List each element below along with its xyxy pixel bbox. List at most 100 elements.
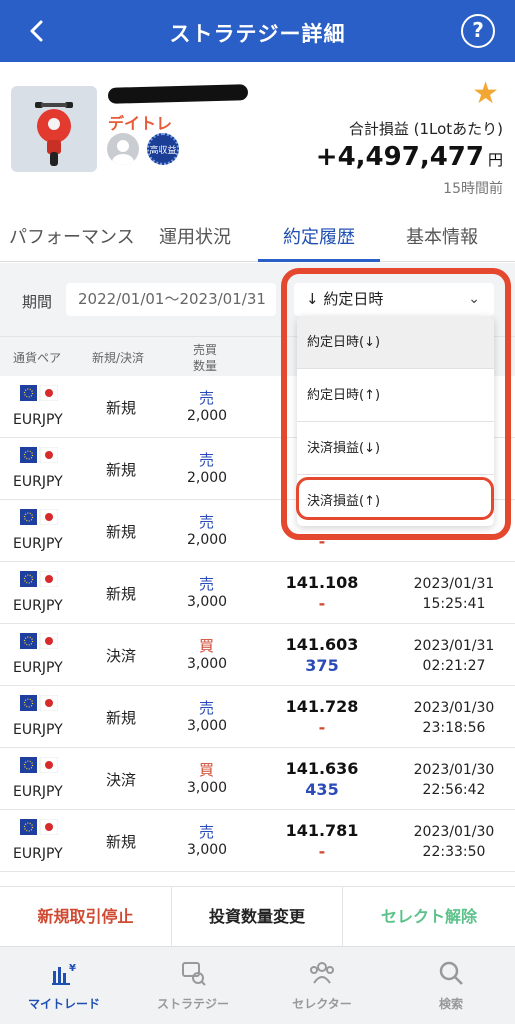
currency-flags-icon: [20, 509, 58, 525]
header-side: 売買: [193, 343, 218, 357]
header-pair: 通貨ペア: [13, 351, 62, 365]
pair-label: EURJPY: [13, 474, 63, 490]
tab-bar: パフォーマンス 運用状況 約定履歴 基本情報: [0, 208, 515, 262]
order-kind: 新規: [106, 709, 137, 727]
order-kind: 決済: [106, 771, 137, 789]
execution-time: 23:18:56: [422, 720, 486, 736]
table-row[interactable]: EURJPY 決済 買 3,000 141.636 435 2023/01/30 22:56:…: [0, 748, 515, 810]
currency-flags-icon: [20, 633, 58, 649]
execution-datetime: 2023/01/31 02:21:27: [394, 636, 514, 676]
execution-time: 22:56:42: [422, 782, 486, 798]
table-row[interactable]: EURJPY 決済 買 3,000 141.603 375 2023/01/31 02:21:…: [0, 624, 515, 686]
unselect-button[interactable]: セレクト解除: [343, 887, 515, 947]
strategy-thumbnail: [11, 86, 97, 172]
order-kind: 新規: [106, 399, 137, 417]
trade-side: 買: [199, 761, 215, 779]
app-header: ストラテジー詳細 ?: [0, 0, 515, 62]
nav-selector[interactable]: セレクター: [258, 947, 386, 1024]
svg-text:¥: ¥: [69, 963, 76, 974]
redacted-name-bar: [107, 84, 249, 104]
trade-quantity: 3,000: [187, 594, 228, 610]
order-kind: 新規: [106, 523, 137, 541]
sort-option-exec-time-asc[interactable]: 約定日時(↑): [297, 369, 494, 422]
execution-date: 2023/01/30: [413, 824, 495, 840]
search-icon: [439, 961, 463, 985]
settlement-pl: -: [318, 718, 326, 737]
execution-time: 15:25:41: [422, 596, 486, 612]
nav-label: 検索: [438, 997, 463, 1011]
avatar: [107, 133, 139, 165]
change-quantity-button[interactable]: 投資数量変更: [171, 887, 343, 947]
currency-flags-icon: [20, 385, 58, 401]
pair-label: EURJPY: [13, 784, 63, 800]
nav-label: セレクター: [292, 997, 352, 1011]
pair-label: EURJPY: [13, 722, 63, 738]
period-label: 期間: [22, 293, 53, 311]
order-kind: 新規: [106, 833, 137, 851]
period-range-field[interactable]: 2022/01/01～2023/01/31: [66, 283, 276, 316]
execution-time: 22:33:50: [422, 844, 486, 860]
settlement-pl: 435: [305, 780, 339, 799]
execution-date: 2023/01/30: [413, 762, 495, 778]
profit-value: +4,497,477 円: [316, 142, 503, 172]
active-tab-indicator: [258, 259, 380, 262]
strategy-tag: デイトレ: [108, 114, 173, 133]
tab-operation-status[interactable]: 運用状況: [159, 223, 231, 249]
trade-side: 買: [199, 637, 215, 655]
help-icon[interactable]: ?: [461, 14, 495, 48]
pair-label: EURJPY: [13, 660, 63, 676]
execution-datetime: 2023/01/30 22:33:50: [394, 822, 514, 862]
execution-price: 141.603: [285, 635, 359, 654]
nav-my-trade[interactable]: ¥ マイトレード: [0, 947, 128, 1024]
trade-side: 売: [199, 513, 215, 531]
user-icon: [112, 140, 134, 165]
favorite-star-icon[interactable]: ★: [472, 76, 499, 111]
currency-flags-icon: [20, 447, 58, 463]
tab-basic-info[interactable]: 基本情報: [406, 223, 478, 249]
highlight-annotation-option: [296, 477, 494, 520]
action-bar: 新規取引停止 投資数量変更 セレクト解除: [0, 886, 515, 947]
high-profit-badge: 高収益: [147, 133, 179, 165]
execution-price: 141.108: [285, 573, 359, 592]
nav-label: マイトレード: [27, 997, 100, 1011]
strategy-icon: [182, 962, 206, 986]
trade-side: 売: [199, 823, 215, 841]
trade-quantity: 3,000: [187, 780, 228, 796]
sort-option-pl-desc[interactable]: 決済損益(↓): [297, 422, 494, 475]
tab-performance[interactable]: パフォーマンス: [9, 223, 135, 249]
trade-quantity: 3,000: [187, 656, 228, 672]
currency-flags-icon: [20, 695, 58, 711]
execution-date: 2023/01/31: [413, 638, 495, 654]
trade-quantity: 2,000: [187, 408, 228, 424]
execution-datetime: 2023/01/30 22:56:42: [394, 760, 514, 800]
tab-execution-history[interactable]: 約定履歴: [283, 223, 355, 249]
order-kind: 新規: [106, 585, 137, 603]
currency-flags-icon: [20, 571, 58, 587]
table-row[interactable]: EURJPY 新規 売 3,000 141.108 - 2023/01/31 15:25:41: [0, 562, 515, 624]
profit-label: 合計損益 (1Lotあたり): [348, 120, 503, 138]
pair-label: EURJPY: [13, 412, 63, 428]
nav-label: ストラテジー: [156, 997, 229, 1011]
pair-label: EURJPY: [13, 598, 63, 614]
trade-side: 売: [199, 389, 215, 407]
execution-date: 2023/01/30: [413, 700, 495, 716]
trade-quantity: 2,000: [187, 470, 228, 486]
execution-datetime: 2023/01/31 15:25:41: [394, 574, 514, 614]
currency-flags-icon: [20, 819, 58, 835]
trade-quantity: 3,000: [187, 842, 228, 858]
table-row[interactable]: EURJPY 新規 売 3,000 141.781 - 2023/01/30 22:33:50: [0, 810, 515, 872]
sort-option-exec-time-desc[interactable]: 約定日時(↓): [297, 316, 494, 369]
header-kind: 新規/決済: [92, 351, 145, 365]
stop-new-trades-button[interactable]: 新規取引停止: [0, 887, 171, 947]
table-row[interactable]: EURJPY 新規 売 3,000 141.728 - 2023/01/30 23:18:56: [0, 686, 515, 748]
order-kind: 決済: [106, 647, 137, 665]
execution-price: 141.636: [285, 759, 359, 778]
nav-search[interactable]: 検索: [387, 947, 515, 1024]
header-qty: 数量: [193, 359, 218, 373]
nav-strategy[interactable]: ストラテジー: [129, 947, 257, 1024]
order-kind: 新規: [106, 461, 137, 479]
execution-price: 141.781: [285, 821, 359, 840]
trade-quantity: 3,000: [187, 718, 228, 734]
pair-label: EURJPY: [13, 846, 63, 862]
trade-quantity: 2,000: [187, 532, 228, 548]
